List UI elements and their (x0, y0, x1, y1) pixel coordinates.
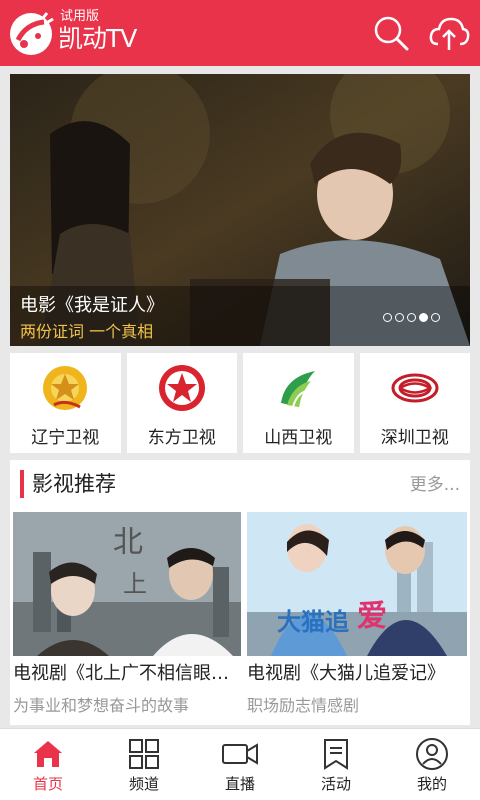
recommend-card[interactable]: 北 上 电视剧《北上广不相信眼泪》 为事业和梦想奋斗的故事 (13, 512, 241, 722)
nav-label: 活动 (320, 775, 351, 793)
carousel-indicator (383, 313, 440, 322)
carousel-dot[interactable] (383, 313, 392, 322)
poster-image: 北 上 (13, 512, 241, 656)
nav-live[interactable]: 直播 (192, 729, 288, 800)
svg-text:上: 上 (123, 571, 147, 598)
poster-image: 大猫追 爱 (247, 512, 467, 656)
banner-title: 电影《我是证人》 (20, 295, 164, 316)
nav-channels[interactable]: 频道 (96, 729, 192, 800)
svg-text:北: 北 (113, 526, 143, 559)
channel-label: 山西卫视 (264, 428, 333, 448)
svg-text:大猫追: 大猫追 (277, 608, 350, 636)
section-title: 影视推荐 (32, 472, 116, 496)
video-camera-icon (222, 743, 258, 765)
carousel-dot[interactable] (407, 313, 416, 322)
channel-liaoning[interactable]: 辽宁卫视 (10, 353, 121, 453)
channel-row: 辽宁卫视 东方卫视 山西卫视 深圳卫视 (10, 353, 470, 453)
nav-home[interactable]: 首页 (0, 729, 96, 800)
bottom-nav: 首页 频道 直播 活动 我的 (0, 728, 480, 800)
channel-shenzhen[interactable]: 深圳卫视 (359, 353, 470, 453)
app-bar: 试用版 凯动TV (0, 0, 480, 66)
nav-label: 首页 (32, 775, 63, 793)
home-icon (34, 741, 62, 767)
liaoning-tv-logo (43, 366, 88, 410)
item-description: 职场励志情感剧 (247, 696, 360, 715)
channel-dongfang[interactable]: 东方卫视 (126, 353, 237, 453)
carousel-dot-active[interactable] (419, 313, 428, 322)
nav-profile[interactable]: 我的 (384, 729, 480, 800)
channel-label: 东方卫视 (147, 428, 216, 448)
nav-label: 直播 (224, 775, 255, 793)
search-icon[interactable] (372, 14, 410, 52)
carousel-dot[interactable] (431, 313, 440, 322)
user-icon (416, 738, 448, 770)
shenzhen-tv-logo (391, 373, 439, 403)
trial-badge: 试用版 (60, 9, 100, 24)
nav-label: 我的 (416, 775, 447, 793)
more-link[interactable]: 更多... (410, 473, 460, 497)
section-accent-bar (20, 470, 24, 498)
shanxi-tv-logo (281, 371, 316, 408)
channel-label: 辽宁卫视 (31, 428, 100, 448)
app-name: 凯动TV (58, 24, 137, 53)
app-logo-icon (10, 12, 54, 55)
recommend-card[interactable]: 大猫追 爱 电视剧《大猫儿追爱记》 职场励志情感剧 (247, 512, 467, 722)
channel-label: 深圳卫视 (380, 428, 449, 448)
banner-carousel[interactable]: 电影《我是证人》 两份证词 一个真相 (10, 74, 470, 346)
channel-shanxi[interactable]: 山西卫视 (243, 353, 354, 453)
nav-activity[interactable]: 活动 (288, 729, 384, 800)
grid-icon (129, 739, 159, 769)
nav-label: 频道 (128, 775, 159, 793)
bookmark-icon (324, 739, 348, 770)
carousel-dot[interactable] (395, 313, 404, 322)
dragon-tv-logo (158, 365, 205, 411)
item-title: 电视剧《北上广不相信眼泪》 (13, 663, 241, 684)
item-description: 为事业和梦想奋斗的故事 (13, 696, 190, 715)
cloud-upload-icon[interactable] (428, 14, 470, 52)
recommend-section: 影视推荐 更多... 北 上 电视剧《北上广不相信眼泪》 为事业和梦想奋斗的故事 (10, 460, 470, 725)
item-title: 电视剧《大猫儿追爱记》 (247, 663, 445, 684)
banner-subtitle: 两份证词 一个真相 (20, 322, 154, 341)
svg-text:爱: 爱 (357, 600, 387, 633)
